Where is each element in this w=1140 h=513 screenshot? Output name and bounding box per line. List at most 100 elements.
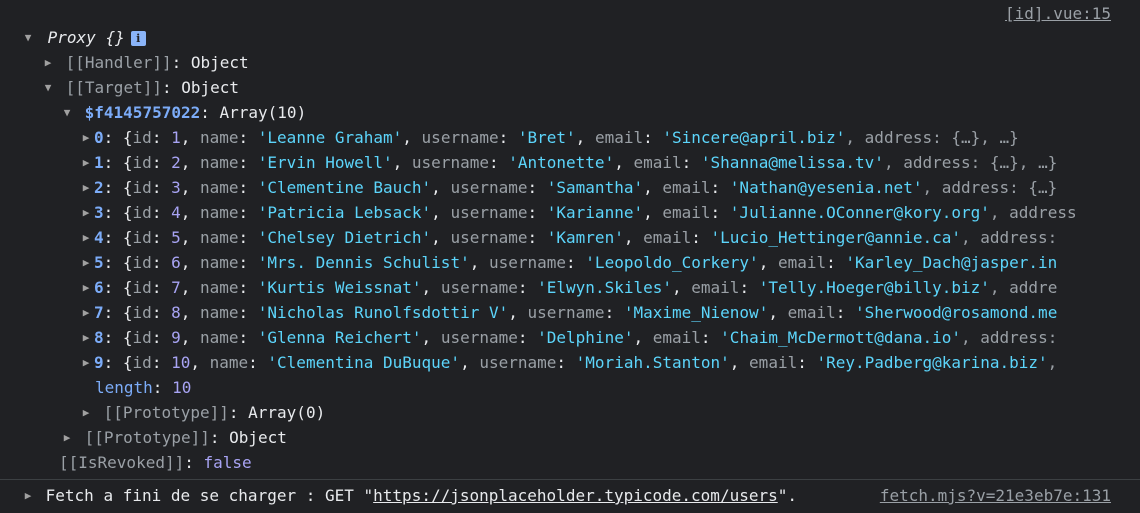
field-label-id: id <box>132 128 152 147</box>
field-label-id: id <box>132 203 152 222</box>
item-id-value: 3 <box>171 178 181 197</box>
item-email-value: 'Karley_Dach@jasper.in <box>845 253 1058 272</box>
array-item-row[interactable]: ▶ 2: {id: 3, name: 'Clementine Bauch', us… <box>80 175 1122 200</box>
field-label-id: id <box>132 153 152 172</box>
triangle-right-icon[interactable]: ▶ <box>22 483 34 508</box>
source-link-fetch[interactable]: fetch.mjs?v=21e3eb7e:131 <box>880 483 1111 508</box>
field-label-name: name <box>199 128 239 147</box>
handler-value: Object <box>190 53 249 72</box>
field-label-name: name <box>199 253 239 272</box>
item-email-value: 'Sincere@april.biz' <box>662 128 846 147</box>
array-item-row[interactable]: ▶ 5: {id: 6, name: 'Mrs. Dennis Schulist'… <box>80 250 1122 275</box>
length-key: length <box>95 378 153 397</box>
field-label-name: name <box>199 178 239 197</box>
array-item-row[interactable]: ▶ 9: {id: 10, name: 'Clementina DuBuque',… <box>80 350 1122 375</box>
item-email-value: 'Shanna@melissa.tv' <box>700 153 884 172</box>
field-label-id: id <box>132 178 152 197</box>
triangle-right-icon[interactable]: ▶ <box>80 225 92 250</box>
array-value: Array(10) <box>219 103 307 122</box>
item-id-value: 8 <box>171 303 181 322</box>
field-label-username: username <box>440 278 518 297</box>
item-email-value: 'Telly.Hoeger@billy.biz' <box>758 278 990 297</box>
revoked-key: [[IsRevoked]] <box>59 453 185 472</box>
target-row[interactable]: ▼ [[Target]]: Object <box>42 75 239 100</box>
triangle-right-icon[interactable]: ▶ <box>80 325 92 350</box>
field-label-username: username <box>450 203 528 222</box>
field-label-id: id <box>132 353 152 372</box>
field-label-name: name <box>199 303 239 322</box>
proxy-label: Proxy {} <box>47 28 125 47</box>
handler-row[interactable]: ▶ [[Handler]]: Object <box>42 50 249 75</box>
triangle-right-icon[interactable]: ▶ <box>80 175 92 200</box>
field-label-username: username <box>488 253 567 272</box>
info-icon[interactable]: i <box>130 31 146 46</box>
field-label-id: id <box>132 303 152 322</box>
item-id-value: 7 <box>171 278 181 297</box>
triangle-right-icon[interactable]: ▶ <box>80 150 92 175</box>
field-label-username: username <box>450 178 528 197</box>
triangle-down-icon[interactable]: ▼ <box>61 100 73 125</box>
field-label-email: email <box>594 128 644 147</box>
item-username-value: 'Moriah.Stanton' <box>575 353 730 372</box>
item-id-value: 2 <box>171 153 181 172</box>
field-label-id: id <box>132 228 152 247</box>
triangle-down-icon[interactable]: ▼ <box>42 75 54 100</box>
fetch-message-row[interactable]: ▶ Fetch a fini de se charger : GET "http… <box>22 483 797 508</box>
field-label-name: name <box>199 228 239 247</box>
array-item-index: 3 <box>94 203 104 222</box>
triangle-right-icon[interactable]: ▶ <box>80 350 92 375</box>
fetch-url-link[interactable]: https://jsonplaceholder.typicode.com/use… <box>373 486 778 505</box>
array-item-index: 2 <box>94 178 104 197</box>
array-item-row[interactable]: ▶ 3: {id: 4, name: 'Patricia Lebsack', us… <box>80 200 1122 225</box>
item-name-value: 'Ervin Howell' <box>257 153 393 172</box>
object-prototype-row[interactable]: ▶ [[Prototype]]: Object <box>61 425 287 450</box>
triangle-right-icon[interactable]: ▶ <box>80 400 92 425</box>
item-tail: , address: {…}, …} <box>883 153 1058 172</box>
array-item-row[interactable]: ▶ 4: {id: 5, name: 'Chelsey Dietrich', us… <box>80 225 1122 250</box>
item-tail: , address: <box>961 328 1058 347</box>
triangle-down-icon[interactable]: ▼ <box>22 25 34 50</box>
item-tail: , address: <box>960 228 1058 247</box>
field-label-username: username <box>450 228 528 247</box>
source-link-vue[interactable]: [id].vue:15 <box>1005 1 1111 26</box>
object-prototype-value: Object <box>229 428 287 447</box>
triangle-right-icon[interactable]: ▶ <box>80 300 92 325</box>
field-label-email: email <box>652 328 701 347</box>
array-item-row[interactable]: ▶ 7: {id: 8, name: 'Nicholas Runolfsdotti… <box>80 300 1122 325</box>
triangle-right-icon[interactable]: ▶ <box>80 275 92 300</box>
item-username-value: 'Kamren' <box>546 228 624 247</box>
array-item-index: 0 <box>94 128 104 147</box>
fetch-message-suffix: ". <box>777 486 797 505</box>
triangle-right-icon[interactable]: ▶ <box>80 200 92 225</box>
field-label-username: username <box>440 328 518 347</box>
array-item-index: 7 <box>94 303 104 322</box>
item-tail: , address: {…} <box>922 178 1058 197</box>
triangle-right-icon[interactable]: ▶ <box>42 50 54 75</box>
array-row[interactable]: ▼ $f4145757022: Array(10) <box>61 100 307 125</box>
field-label-email: email <box>749 353 798 372</box>
array-item-row[interactable]: ▶ 1: {id: 2, name: 'Ervin Howell', userna… <box>80 150 1122 175</box>
item-username-value: 'Leopoldo_Corkery' <box>585 253 759 272</box>
array-prototype-row[interactable]: ▶ [[Prototype]]: Array(0) <box>80 400 326 425</box>
triangle-right-icon[interactable]: ▶ <box>61 425 73 450</box>
target-key: [[Target]] <box>65 78 162 97</box>
revoked-value: false <box>203 453 252 472</box>
item-email-value: 'Lucio_Hettinger@annie.ca' <box>710 228 961 247</box>
array-item-row[interactable]: ▶ 0: {id: 1, name: 'Leanne Graham', usern… <box>80 125 1122 150</box>
triangle-right-icon[interactable]: ▶ <box>80 125 92 150</box>
field-label-email: email <box>643 228 692 247</box>
item-email-value: 'Julianne.OConner@kory.org' <box>729 203 990 222</box>
field-label-username: username <box>479 353 557 372</box>
array-item-row[interactable]: ▶ 6: {id: 7, name: 'Kurtis Weissnat', use… <box>80 275 1122 300</box>
item-id-value: 1 <box>171 128 181 147</box>
item-tail: , address <box>989 203 1077 222</box>
item-username-value: 'Karianne' <box>546 203 644 222</box>
field-label-username: username <box>411 153 489 172</box>
field-label-id: id <box>132 253 152 272</box>
array-key: $f4145757022 <box>84 103 201 122</box>
proxy-row[interactable]: ▼ Proxy {} i <box>22 25 146 50</box>
field-label-email: email <box>777 253 827 272</box>
array-item-index: 6 <box>94 278 104 297</box>
triangle-right-icon[interactable]: ▶ <box>80 250 92 275</box>
array-item-row[interactable]: ▶ 8: {id: 9, name: 'Glenna Reichert', use… <box>80 325 1122 350</box>
